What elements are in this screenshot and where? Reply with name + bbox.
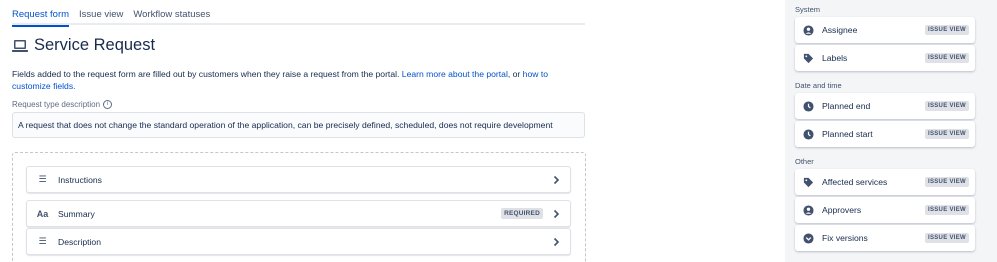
clock-icon [803, 100, 814, 112]
info-icon[interactable]: i [103, 100, 113, 109]
form-field-label: Summary [58, 208, 95, 219]
issue-view-badge: ISSUE VIEW [924, 205, 969, 215]
laptop-icon [12, 39, 28, 52]
fields-panel: System Assignee ISSUE VIEW Labels ISSUE … [785, 0, 997, 262]
group-label-system: System [795, 5, 821, 14]
panel-field-affected-services[interactable]: Affected services ISSUE VIEW [795, 169, 975, 195]
panel-field-label: Assignee [822, 25, 858, 35]
panel-field-label: Fix versions [822, 233, 868, 243]
panel-field-label: Planned start [822, 129, 873, 139]
tab-issue-view[interactable]: Issue view [79, 0, 123, 25]
issue-view-badge: ISSUE VIEW [924, 25, 969, 35]
text-format-icon: Aa [36, 208, 49, 219]
paragraph-icon: ☰ [38, 236, 47, 246]
intro-or: , or [507, 69, 523, 79]
panel-field-label: Approvers [822, 205, 862, 215]
form-field-summary[interactable]: Aa Summary REQUIRED [26, 200, 571, 227]
panel-field-labels[interactable]: Labels ISSUE VIEW [795, 45, 975, 71]
form-field-description[interactable]: ☰ Description [26, 228, 571, 255]
page-header: Service Request [12, 36, 155, 55]
person-circle-icon [803, 204, 814, 216]
paragraph-icon: ☰ [38, 174, 47, 184]
panel-field-fix-versions[interactable]: Fix versions ISSUE VIEW [795, 225, 975, 251]
tab-workflow-statuses[interactable]: Workflow statuses [133, 0, 210, 25]
form-field-label: Instructions [58, 174, 102, 185]
person-circle-icon [803, 24, 814, 36]
issue-view-badge: ISSUE VIEW [924, 101, 969, 111]
form-field-instructions[interactable]: ☰ Instructions [26, 166, 571, 193]
panel-field-assignee[interactable]: Assignee ISSUE VIEW [795, 17, 975, 43]
required-badge: REQUIRED [501, 208, 543, 219]
learn-more-link[interactable]: Learn more about the portal [402, 69, 508, 79]
panel-field-label: Affected services [822, 177, 888, 187]
check-circle-icon [803, 232, 814, 244]
panel-field-label: Planned end [822, 101, 871, 111]
panel-field-planned-end[interactable]: Planned end ISSUE VIEW [795, 93, 975, 119]
panel-field-label: Labels [822, 53, 848, 63]
description-label: Request type description i [12, 100, 113, 109]
tab-request-form[interactable]: Request form [12, 0, 70, 27]
group-label-other: Other [795, 157, 814, 166]
page-title: Service Request [34, 36, 156, 54]
request-type-description-field[interactable]: A request that does not change the stand… [12, 112, 585, 138]
panel-field-planned-start[interactable]: Planned start ISSUE VIEW [795, 121, 975, 147]
group-label-date-and-time: Date and time [795, 81, 842, 90]
chevron-right-icon[interactable] [551, 175, 561, 185]
chevron-right-icon[interactable] [551, 209, 561, 219]
tag-icon [803, 53, 814, 63]
panel-field-approvers[interactable]: Approvers ISSUE VIEW [795, 197, 975, 223]
intro-body: Fields added to the request form are fil… [12, 69, 402, 79]
issue-view-badge: ISSUE VIEW [924, 233, 969, 243]
issue-view-badge: ISSUE VIEW [924, 129, 969, 139]
description-label-text: Request type description [12, 100, 101, 109]
issue-view-badge: ISSUE VIEW [924, 53, 969, 63]
intro-text: Fields added to the request form are fil… [12, 68, 587, 92]
chevron-right-icon[interactable] [551, 237, 561, 247]
tag-icon [803, 177, 814, 187]
form-field-label: Description [58, 236, 101, 247]
issue-view-badge: ISSUE VIEW [924, 177, 969, 187]
tab-bar: Request form Issue view Workflow statuse… [12, 0, 585, 27]
clock-icon [803, 128, 814, 140]
